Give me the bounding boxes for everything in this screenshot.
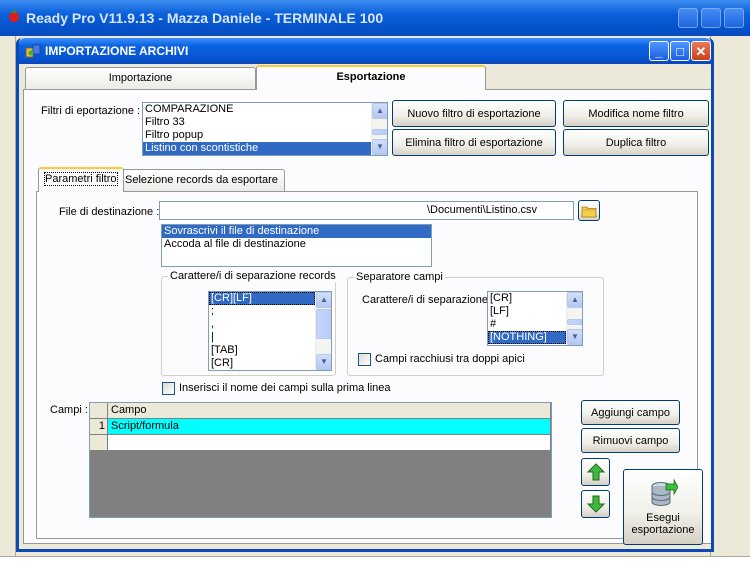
parent-status-strip	[0, 556, 750, 570]
run-export-label-line1: Esegui	[646, 512, 680, 524]
scroll-down-icon[interactable]: ▼	[372, 139, 387, 155]
browse-folder-button[interactable]	[578, 200, 600, 221]
grid-header-row: Campo	[90, 403, 551, 419]
field-separator-group-title: Separatore campi	[354, 271, 445, 283]
dest-file-input[interactable]: \Documenti\Listino.csv	[159, 201, 574, 220]
minimize-button[interactable]: _	[649, 41, 669, 61]
dialog-title: IMPORTAZIONE ARCHIVI	[45, 44, 189, 58]
move-down-button[interactable]	[581, 490, 610, 518]
scroll-up-icon[interactable]: ▲	[316, 292, 331, 308]
scroll-down-icon[interactable]: ▼	[316, 354, 331, 370]
run-export-button[interactable]: Esegui esportazione	[623, 469, 703, 545]
scroll-thumb[interactable]	[567, 319, 582, 325]
scroll-up-icon[interactable]: ▲	[567, 292, 582, 308]
maximize-button[interactable]: □	[670, 41, 690, 61]
list-item[interactable]: ;	[209, 305, 331, 318]
close-icon: ✕	[695, 43, 707, 59]
grid-header-campo: Campo	[108, 403, 551, 419]
row-number	[90, 435, 108, 451]
delete-filter-button[interactable]: Elimina filtro di esportazione	[392, 129, 556, 156]
close-button[interactable]: ✕	[691, 41, 711, 61]
list-item[interactable]: ,	[209, 318, 331, 331]
list-item[interactable]: Filtro 33	[143, 116, 387, 129]
list-item[interactable]: Accoda al file di destinazione	[162, 238, 431, 251]
list-item[interactable]: [CR]	[209, 357, 331, 370]
parent-close-button[interactable]	[724, 8, 744, 28]
run-export-label-line2: esportazione	[631, 524, 695, 536]
record-separator-list[interactable]: [CR][LF] ; , | [TAB] [CR] ▲ ▼	[208, 291, 332, 371]
new-filter-button[interactable]: Nuovo filtro di esportazione	[392, 100, 556, 127]
scroll-thumb[interactable]	[372, 129, 387, 135]
row-number: 1	[90, 419, 108, 435]
dest-file-value: \Documenti\Listino.csv	[426, 204, 537, 216]
record-separator-scrollbar[interactable]: ▲ ▼	[315, 292, 331, 370]
list-item[interactable]: Filtro popup	[143, 129, 387, 142]
strawberry-app-icon	[9, 10, 19, 23]
fields-label: Campi :	[50, 404, 88, 416]
write-mode-list[interactable]: Sovrascrivi il file di destinazione Acco…	[161, 224, 432, 267]
tab-label: Parametri filtro	[44, 172, 118, 186]
folder-icon	[581, 206, 597, 217]
parent-maximize-button[interactable]	[701, 8, 721, 28]
record-separator-group-title: Carattere/i di separazione records	[168, 270, 338, 282]
move-up-button[interactable]	[581, 458, 610, 486]
quote-fields-checkbox[interactable]	[358, 353, 371, 366]
parent-left-edge	[0, 36, 16, 570]
tab-selezione-records[interactable]: Selezione records da esportare	[118, 169, 285, 191]
duplicate-filter-button[interactable]: Duplica filtro	[563, 129, 709, 156]
rename-filter-button[interactable]: Modifica nome filtro	[563, 100, 709, 127]
tab-importazione[interactable]: Importazione	[25, 67, 256, 89]
list-item[interactable]: |	[209, 331, 331, 344]
fields-grid[interactable]: Campo 1 Script/formula	[89, 402, 552, 518]
arrow-up-icon	[586, 463, 605, 481]
table-row[interactable]: 1 Script/formula	[90, 419, 551, 435]
header-line-label: Inserisci il nome dei campi sulla prima …	[179, 382, 391, 394]
maximize-icon: □	[676, 43, 684, 59]
grid-corner-cell	[90, 403, 108, 419]
remove-field-button[interactable]: Rimuovi campo	[581, 428, 680, 453]
dialog-titlebar: IMPORTAZIONE ARCHIVI _ □ ✕	[19, 38, 711, 64]
header-line-checkbox[interactable]	[162, 382, 175, 395]
minimize-icon: _	[655, 43, 663, 59]
export-filters-list[interactable]: COMPARAZIONE Filtro 33 Filtro popup List…	[142, 102, 388, 156]
list-item-selected[interactable]: [NOTHING]	[488, 331, 566, 344]
list-item-selected[interactable]: Listino con scontistiche	[143, 142, 371, 155]
table-row[interactable]	[90, 435, 551, 451]
tab-parametri-filtro[interactable]: Parametri filtro	[38, 167, 124, 192]
scroll-up-icon[interactable]: ▲	[372, 103, 387, 119]
add-field-button[interactable]: Aggiungi campo	[581, 400, 680, 425]
list-item[interactable]: [TAB]	[209, 344, 331, 357]
field-separator-scrollbar[interactable]: ▲ ▼	[566, 292, 582, 345]
field-separator-label: Carattere/i di separazione	[362, 294, 488, 306]
dest-file-label: File di destinazione :	[59, 206, 160, 218]
row-campo-cell[interactable]	[108, 435, 551, 451]
quote-fields-label: Campi racchiusi tra doppi apici	[375, 353, 525, 365]
field-separator-list[interactable]: [CR] [LF] # [NOTHING] ▲ ▼	[487, 291, 583, 346]
parent-titlebar: Ready Pro V11.9.13 - Mazza Daniele - TER…	[0, 0, 750, 36]
row-campo-cell[interactable]: Script/formula	[108, 419, 551, 435]
parent-right-edge	[710, 36, 750, 570]
list-item-selected[interactable]: [CR][LF]	[209, 292, 315, 305]
parent-minimize-button[interactable]	[678, 8, 698, 28]
parent-window-title: Ready Pro V11.9.13 - Mazza Daniele - TER…	[26, 10, 384, 26]
database-export-icon	[651, 478, 678, 506]
scroll-down-icon[interactable]: ▼	[567, 329, 582, 345]
filters-label: Filtri di eportazione :	[41, 105, 141, 117]
filters-scrollbar[interactable]: ▲ ▼	[371, 103, 387, 155]
scroll-thumb[interactable]	[316, 309, 331, 339]
import-archives-icon	[25, 44, 41, 58]
list-item-selected[interactable]: Sovrascrivi il file di destinazione	[162, 225, 431, 238]
arrow-down-icon	[586, 495, 605, 513]
tab-esportazione[interactable]: Esportazione	[256, 65, 486, 90]
list-item[interactable]: COMPARAZIONE	[143, 103, 387, 116]
